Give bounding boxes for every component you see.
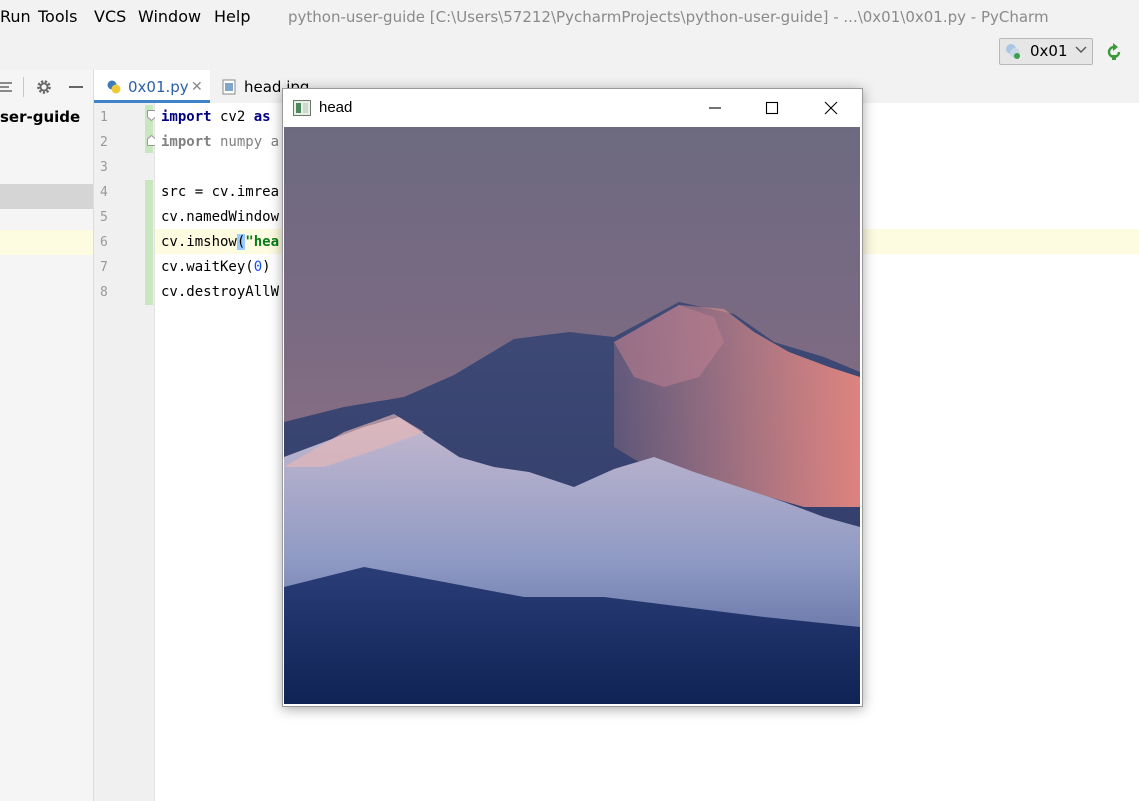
image-file-icon bbox=[222, 79, 236, 95]
divider bbox=[23, 77, 24, 97]
opencv-image-window[interactable]: head bbox=[282, 88, 863, 707]
code-line-7[interactable]: cv.waitKey(0) bbox=[161, 259, 271, 275]
code-text: numpy a bbox=[211, 134, 280, 150]
menu-bar: Run Tools VCS Window Help python-user-gu… bbox=[0, 0, 1139, 35]
project-panel-header bbox=[0, 70, 93, 103]
toolbar: 0x01 bbox=[0, 34, 1139, 71]
menu-tools[interactable]: Tools bbox=[38, 7, 77, 26]
code-line-8[interactable]: cv.destroyAllW bbox=[161, 284, 279, 300]
cv-window-title: head bbox=[319, 99, 353, 116]
line-number: 8 bbox=[100, 285, 108, 300]
maximize-icon[interactable] bbox=[762, 98, 782, 118]
mountain-image bbox=[284, 127, 860, 704]
python-file-icon bbox=[107, 80, 121, 94]
code-line-1[interactable]: import cv2 as bbox=[161, 109, 271, 125]
code-line-5[interactable]: cv.namedWindow bbox=[161, 209, 279, 225]
gear-icon[interactable] bbox=[35, 78, 53, 96]
menu-help[interactable]: Help bbox=[214, 7, 250, 26]
line-number: 5 bbox=[100, 210, 108, 225]
minimize-panel-icon[interactable] bbox=[67, 78, 85, 96]
menu-run[interactable]: Run bbox=[0, 7, 31, 26]
code-line-2[interactable]: import numpy a bbox=[161, 134, 279, 150]
menu-vcs[interactable]: VCS bbox=[94, 7, 126, 26]
run-config-label: 0x01 bbox=[1030, 42, 1068, 60]
code-text: cv.namedWindow bbox=[161, 209, 280, 225]
code-line-4[interactable]: src = cv.imrea bbox=[161, 184, 279, 200]
code-text: cv.imshow bbox=[161, 234, 237, 250]
line-number: 6 bbox=[100, 235, 108, 250]
code-text: ) bbox=[262, 259, 271, 275]
keyword: as bbox=[253, 109, 271, 125]
rerun-icon[interactable] bbox=[1104, 42, 1124, 62]
chevron-down-icon bbox=[1075, 46, 1087, 53]
line-number: 2 bbox=[100, 135, 108, 150]
line-number: 3 bbox=[100, 160, 108, 175]
close-icon[interactable] bbox=[821, 98, 841, 118]
keyword: import bbox=[161, 109, 212, 125]
tab-0x01-py[interactable]: 0x01.py ✕ bbox=[94, 70, 210, 103]
line-number: 4 bbox=[100, 185, 108, 200]
tab-label: 0x01.py bbox=[128, 78, 189, 96]
window-title: python-user-guide [C:\Users\57212\Pychar… bbox=[288, 8, 1049, 26]
code-text: cv.destroyAllW bbox=[161, 284, 280, 300]
close-icon[interactable]: ✕ bbox=[191, 79, 203, 95]
project-panel: ser-guide bbox=[0, 70, 94, 801]
menu-window[interactable]: Window bbox=[138, 7, 201, 26]
cv-window-titlebar[interactable]: head bbox=[283, 89, 862, 127]
collapse-all-icon[interactable] bbox=[0, 80, 14, 94]
code-text: cv2 bbox=[211, 109, 254, 125]
code-text: src = cv.imrea bbox=[161, 184, 280, 200]
run-config-selector[interactable]: 0x01 bbox=[999, 38, 1093, 65]
line-number: 7 bbox=[100, 260, 108, 275]
tree-selected-row[interactable] bbox=[0, 184, 93, 209]
python-icon bbox=[1006, 44, 1020, 59]
keyword: import bbox=[161, 134, 212, 150]
number-literal: 0 bbox=[253, 259, 263, 275]
line-number: 1 bbox=[100, 110, 108, 125]
code-text: cv.waitKey( bbox=[161, 259, 254, 275]
vcs-change-marker bbox=[145, 180, 153, 305]
tree-highlighted-row[interactable] bbox=[0, 230, 93, 255]
project-root-label[interactable]: ser-guide bbox=[0, 108, 80, 126]
string-literal: "hea bbox=[245, 234, 280, 250]
code-line-6[interactable]: cv.imshow("hea bbox=[161, 234, 279, 250]
window-app-icon bbox=[293, 100, 311, 116]
minimize-icon[interactable] bbox=[705, 98, 725, 118]
